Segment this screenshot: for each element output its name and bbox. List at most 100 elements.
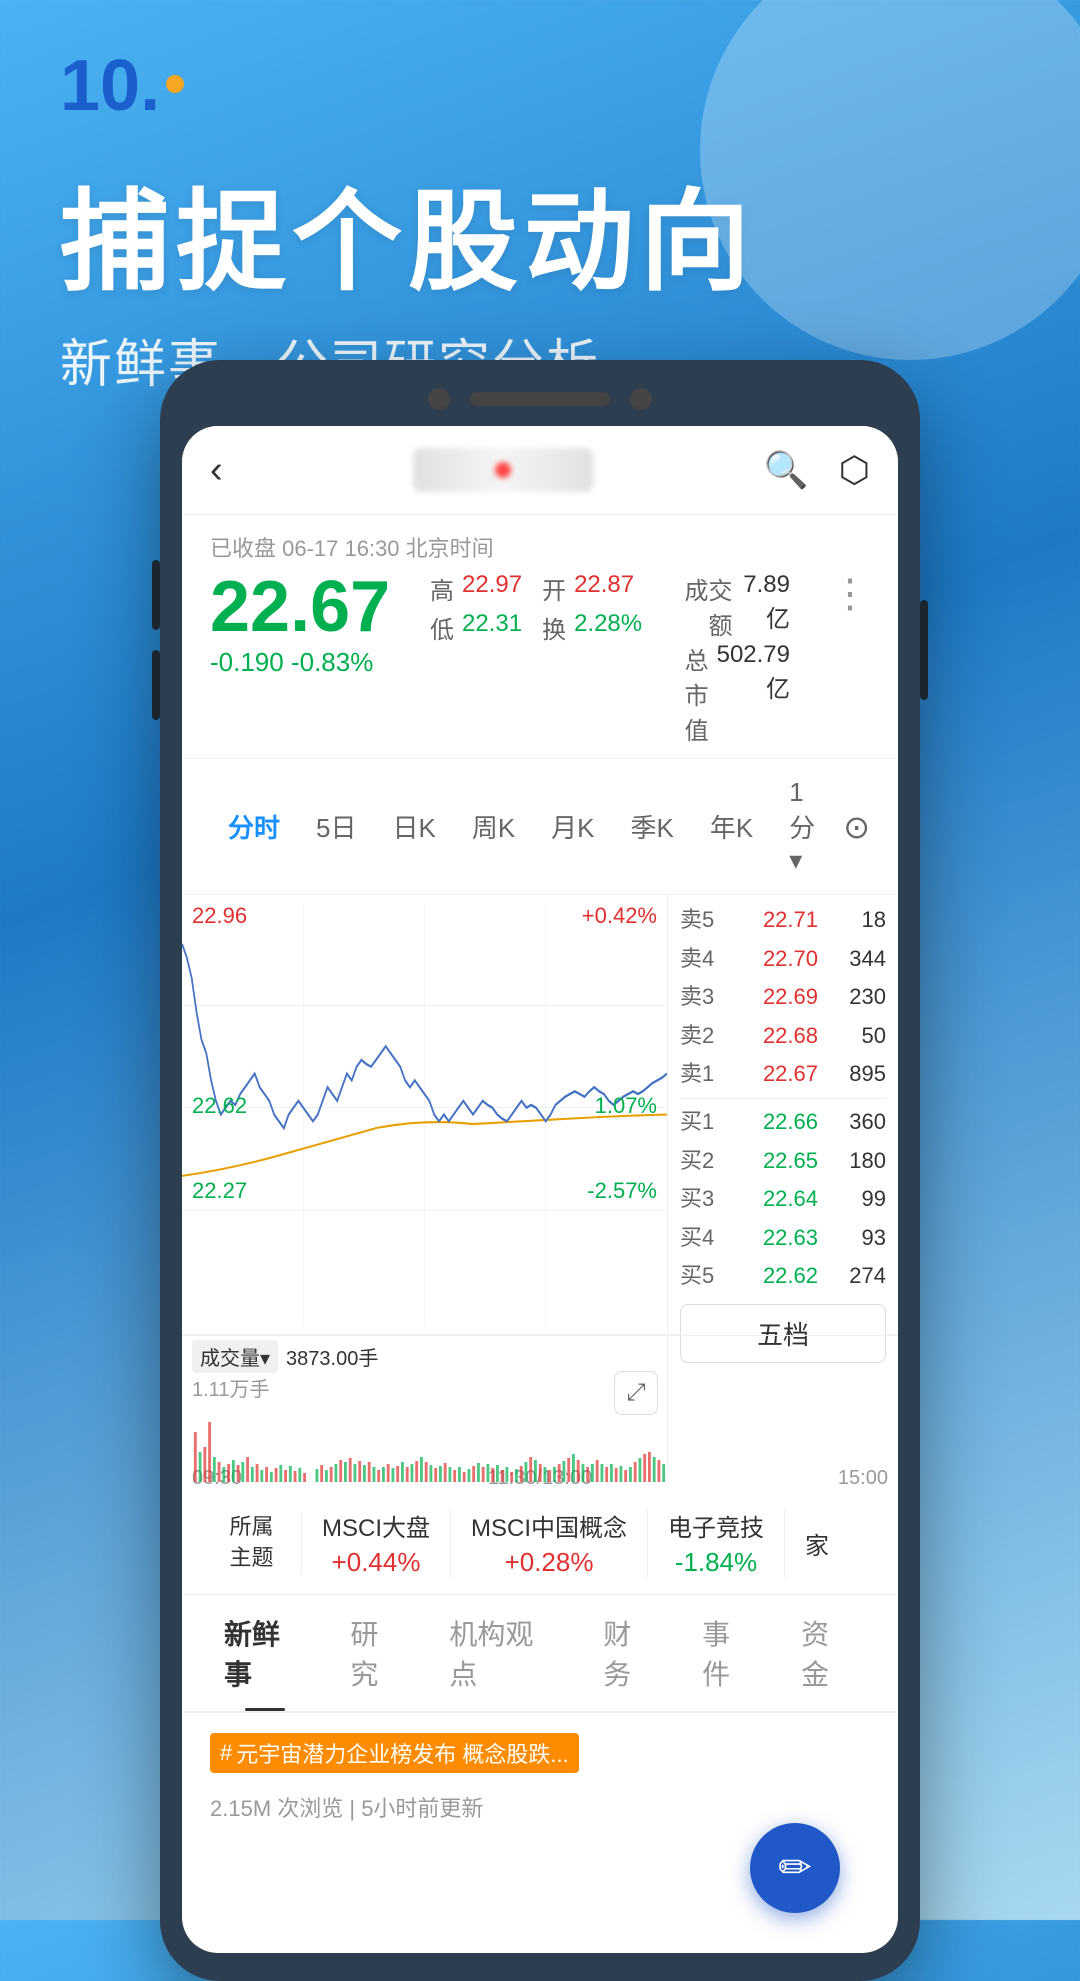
power-button[interactable] xyxy=(920,600,928,700)
buy-3-price: 22.64 xyxy=(748,1185,818,1214)
front-camera xyxy=(428,388,450,410)
more-button[interactable]: ⋮ xyxy=(830,571,870,617)
tab-daily-k[interactable]: 日K xyxy=(374,800,453,853)
sell-3-price: 22.69 xyxy=(748,983,818,1012)
tab-fenshi[interactable]: 分时 xyxy=(210,800,298,853)
buy-2-price: 22.65 xyxy=(748,1147,818,1176)
turnover-item: 换 2.28% xyxy=(542,610,642,645)
stock-price-row: 22.67 -0.190 -0.83% 高 22.97 开 22.87 xyxy=(210,571,870,746)
buy-2-qty: 180 xyxy=(836,1147,886,1176)
buy-5-price: 22.62 xyxy=(748,1262,818,1291)
news-tab-research[interactable]: 研究 xyxy=(328,1595,427,1711)
volume-area: 成交量▾ 3873.00手 1.11万手 xyxy=(182,1335,898,1465)
buy-1-row: 买1 22.66 360 xyxy=(680,1103,886,1142)
buy-1-qty: 360 xyxy=(836,1108,886,1137)
buy-4-price: 22.63 xyxy=(748,1224,818,1253)
low-value: 22.31 xyxy=(462,610,522,645)
volume-chart: 成交量▾ 3873.00手 1.11万手 xyxy=(182,1336,668,1465)
volume-down-button[interactable] xyxy=(152,650,160,720)
buy-2-label: 买2 xyxy=(680,1147,730,1176)
sell-3-row: 卖3 22.69 230 xyxy=(680,978,886,1017)
volume-bars-svg xyxy=(192,1402,667,1482)
high-value: 22.97 xyxy=(462,571,522,606)
volume-dropdown[interactable]: 成交量▾ xyxy=(192,1340,278,1373)
theme-esports-name: 电子竞技 xyxy=(668,1508,764,1543)
scale-icon[interactable]: ⤢ xyxy=(614,1371,658,1415)
theme-msci-large[interactable]: MSCI大盘 +0.44% xyxy=(302,1508,451,1578)
phone-screen: ‹ 🔍 ⬡ 已收盘 06-17 16:30 北京时间 22.67 - xyxy=(182,426,898,1953)
tab-yearly-k[interactable]: 年K xyxy=(692,800,771,853)
stock-price: 22.67 xyxy=(210,571,390,643)
tab-1min-dropdown[interactable]: 1分▾ xyxy=(771,769,843,884)
low-label: 低 xyxy=(430,610,454,645)
sell-4-qty: 344 xyxy=(836,945,886,974)
phone-wrapper: ‹ 🔍 ⬡ 已收盘 06-17 16:30 北京时间 22.67 - xyxy=(160,360,920,1981)
theme-esports[interactable]: 电子竞技 -1.84% xyxy=(648,1508,785,1578)
sell-4-label: 卖4 xyxy=(680,945,730,974)
tab-monthly-k[interactable]: 月K xyxy=(533,800,612,853)
order-book: 卖5 22.71 18 卖4 22.70 344 卖3 22.69 230 xyxy=(668,895,898,1334)
high-item: 高 22.97 xyxy=(430,571,522,606)
tab-quarterly-k[interactable]: 季K xyxy=(613,800,692,853)
themes-section: 所属主题 MSCI大盘 +0.44% MSCI中国概念 +0.28% 电子竞技 … xyxy=(182,1492,898,1595)
market-cap-value: 502.79亿 xyxy=(717,641,790,746)
theme-esports-pct: -1.84% xyxy=(668,1547,764,1578)
news-tag-text: 元宇宙潜力企业榜发布 概念股跌... xyxy=(236,1737,568,1769)
buy-3-qty: 99 xyxy=(836,1185,886,1214)
volume-label: 成交额 xyxy=(682,571,732,641)
volume-header: 成交量▾ 3873.00手 xyxy=(192,1340,667,1373)
buy-3-label: 买3 xyxy=(680,1185,730,1214)
screen-header: ‹ 🔍 ⬡ xyxy=(182,426,898,515)
sell-5-qty: 18 xyxy=(836,906,886,935)
phone-top-bar xyxy=(182,388,898,410)
sell-3-qty: 230 xyxy=(836,983,886,1012)
volume-current-value: 3873.00手 xyxy=(286,1342,378,1371)
search-icon[interactable]: 🔍 xyxy=(764,449,809,491)
tab-5day[interactable]: 5日 xyxy=(298,800,374,853)
theme-msci-large-name: MSCI大盘 xyxy=(322,1508,430,1543)
volume-up-button[interactable] xyxy=(152,560,160,630)
fab-button[interactable]: ✏ xyxy=(750,1823,840,1913)
tab-weekly-k[interactable]: 周K xyxy=(454,800,533,853)
news-tab-fresh[interactable]: 新鲜事 xyxy=(202,1595,328,1711)
volume-value: 7.89亿 xyxy=(741,571,790,641)
volume-sub: 1.11万手 xyxy=(192,1379,269,1401)
news-tag-hash: # xyxy=(220,1740,232,1766)
low-item: 低 22.31 xyxy=(430,610,522,645)
back-button[interactable]: ‹ xyxy=(210,449,243,492)
news-tab-events[interactable]: 事件 xyxy=(680,1595,779,1711)
news-tab-finance[interactable]: 财务 xyxy=(581,1595,680,1711)
news-tab-capital[interactable]: 资金 xyxy=(779,1595,878,1711)
turnover-value: 2.28% xyxy=(574,610,642,645)
main-chart: 22.96 +0.42% 22.62 1.07% 22.27 -2.57% xyxy=(182,895,668,1334)
sell-1-price: 22.67 xyxy=(748,1060,818,1089)
open-item: 开 22.87 xyxy=(542,571,642,606)
news-tabs: 新鲜事 研究 机构观点 财务 事件 资金 xyxy=(182,1595,898,1713)
sell-1-qty: 895 xyxy=(836,1060,886,1089)
buy-4-label: 买4 xyxy=(680,1224,730,1253)
share-icon[interactable]: ⬡ xyxy=(839,449,870,491)
logo-dot-icon xyxy=(166,75,184,93)
theme-belongs[interactable]: 所属主题 xyxy=(202,1512,302,1574)
sell-1-row: 卖1 22.67 895 xyxy=(680,1055,886,1094)
theme-msci-large-pct: +0.44% xyxy=(322,1547,430,1578)
buy-4-qty: 93 xyxy=(836,1224,886,1253)
sell-5-price: 22.71 xyxy=(748,906,818,935)
theme-msci-china[interactable]: MSCI中国概念 +0.28% xyxy=(451,1508,648,1578)
news-tab-institution[interactable]: 机构观点 xyxy=(427,1595,581,1711)
chart-low-price: 22.27 xyxy=(192,1178,247,1204)
stock-info: 已收盘 06-17 16:30 北京时间 22.67 -0.190 -0.83%… xyxy=(182,515,898,758)
notification-dot xyxy=(495,462,511,478)
price-details: 高 22.97 开 22.87 低 22.31 换 xyxy=(430,571,642,645)
speaker xyxy=(470,392,610,406)
header-icons: 🔍 ⬡ xyxy=(764,449,870,491)
buy-1-label: 买1 xyxy=(680,1108,730,1137)
sell-4-row: 卖4 22.70 344 xyxy=(680,940,886,979)
buy-4-row: 买4 22.63 93 xyxy=(680,1219,886,1258)
theme-msci-china-pct: +0.28% xyxy=(471,1547,627,1578)
open-label: 开 xyxy=(542,571,566,606)
theme-more[interactable]: 家 xyxy=(785,1526,849,1561)
target-icon[interactable]: ⊙ xyxy=(843,808,870,846)
sell-5-label: 卖5 xyxy=(680,906,730,935)
buy-5-label: 买5 xyxy=(680,1262,730,1291)
